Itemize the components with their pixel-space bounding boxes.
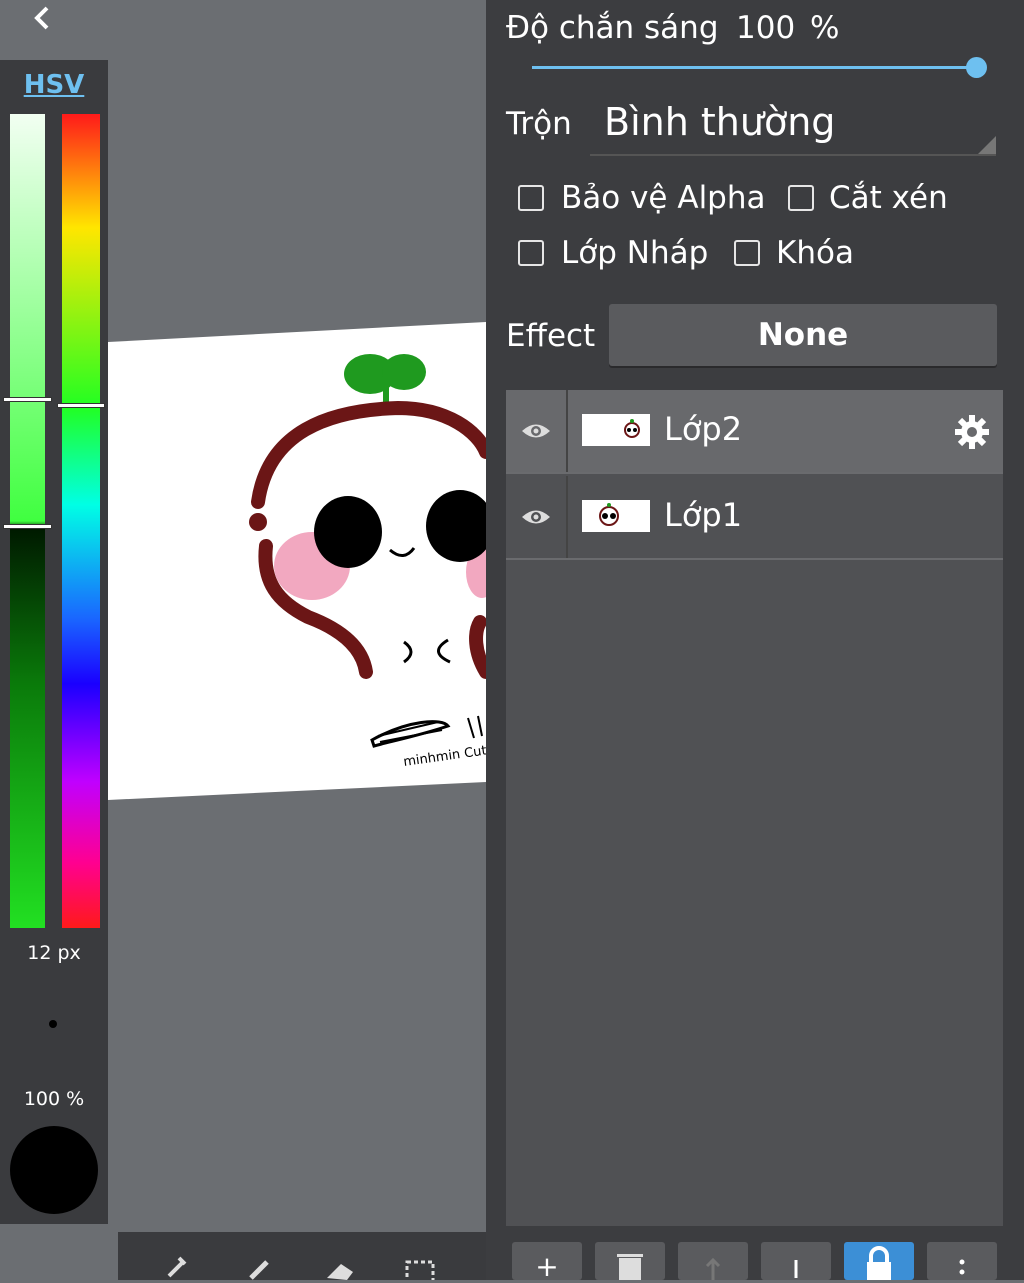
current-color-swatch[interactable] <box>10 1126 98 1214</box>
layer-thumbnail <box>582 414 650 446</box>
saturation-value-slider[interactable] <box>10 114 45 928</box>
drawing-canvas[interactable]: minhmin Cute 2k7 <box>108 322 486 800</box>
layer-divider <box>566 390 568 472</box>
eraser-tool[interactable] <box>320 1250 360 1280</box>
layer-opacity-slider[interactable] <box>532 66 976 69</box>
selection-icon <box>405 1260 435 1280</box>
draft-layer-label[interactable]: Lớp Nháp <box>561 235 708 271</box>
add-layer-button[interactable]: + <box>512 1242 582 1283</box>
effect-label: Effect <box>506 318 596 354</box>
lock-label[interactable]: Khóa <box>776 235 854 271</box>
more-vertical-icon <box>959 1259 965 1275</box>
canvas-artwork: minhmin Cute 2k7 <box>108 322 486 800</box>
brush-size-label[interactable]: 12 px <box>0 942 108 964</box>
lock-layer-button[interactable] <box>844 1242 914 1280</box>
hue-handle[interactable] <box>58 404 104 407</box>
draft-layer-checkbox[interactable] <box>518 240 544 266</box>
delete-layer-button[interactable] <box>595 1242 665 1280</box>
plus-icon: + <box>535 1250 559 1283</box>
protect-alpha-checkbox[interactable] <box>518 185 544 211</box>
blend-mode-value: Bình thường <box>604 100 836 144</box>
dropdown-arrow-icon <box>978 136 996 154</box>
chevron-left-icon <box>34 6 49 30</box>
clipping-checkbox[interactable] <box>788 185 814 211</box>
color-mode-toggle[interactable]: HSV <box>0 70 108 100</box>
eye-icon[interactable] <box>520 416 552 446</box>
lock-icon <box>867 1246 891 1280</box>
layer-row-selected[interactable]: Lớp2 <box>506 390 1003 474</box>
move-layer-down-button[interactable] <box>761 1242 831 1280</box>
value-handle[interactable] <box>4 525 51 528</box>
brush-opacity-label[interactable]: 100 % <box>0 1088 108 1110</box>
saturation-handle[interactable] <box>4 398 51 401</box>
hue-slider[interactable] <box>62 114 100 928</box>
layer-opacity-label: Độ chắn sáng <box>506 10 719 46</box>
lock-checkbox[interactable] <box>734 240 760 266</box>
back-button[interactable] <box>26 2 58 34</box>
layer-opacity-unit: % <box>810 10 840 46</box>
layer-row[interactable]: Lớp1 <box>506 476 1003 560</box>
eye-icon[interactable] <box>520 502 552 532</box>
effect-button[interactable]: None <box>609 304 997 366</box>
trash-icon <box>617 1254 643 1280</box>
eyedropper-tool[interactable] <box>156 1250 196 1280</box>
brush-size-preview <box>49 1020 57 1028</box>
blend-mode-label: Trộn <box>506 106 572 142</box>
clipping-label[interactable]: Cắt xén <box>829 180 948 216</box>
arrow-down-icon <box>794 1260 798 1278</box>
layer-thumbnail <box>582 500 650 532</box>
selection-tool[interactable] <box>400 1250 440 1280</box>
more-options-button[interactable] <box>927 1242 997 1280</box>
pen-tool[interactable] <box>238 1250 278 1280</box>
gear-icon[interactable] <box>954 414 990 450</box>
layer-opacity-thumb[interactable] <box>966 57 987 78</box>
layer-name: Lớp1 <box>664 496 743 534</box>
eraser-icon <box>327 1264 353 1280</box>
layer-name: Lớp2 <box>664 410 743 448</box>
move-layer-up-button[interactable] <box>678 1242 748 1280</box>
arrow-up-icon <box>705 1257 721 1280</box>
layer-opacity-value: 100 <box>736 10 796 46</box>
protect-alpha-label[interactable]: Bảo vệ Alpha <box>561 180 766 216</box>
pen-icon <box>249 1260 269 1280</box>
eyedropper-icon <box>167 1256 187 1278</box>
layer-divider <box>566 476 568 558</box>
